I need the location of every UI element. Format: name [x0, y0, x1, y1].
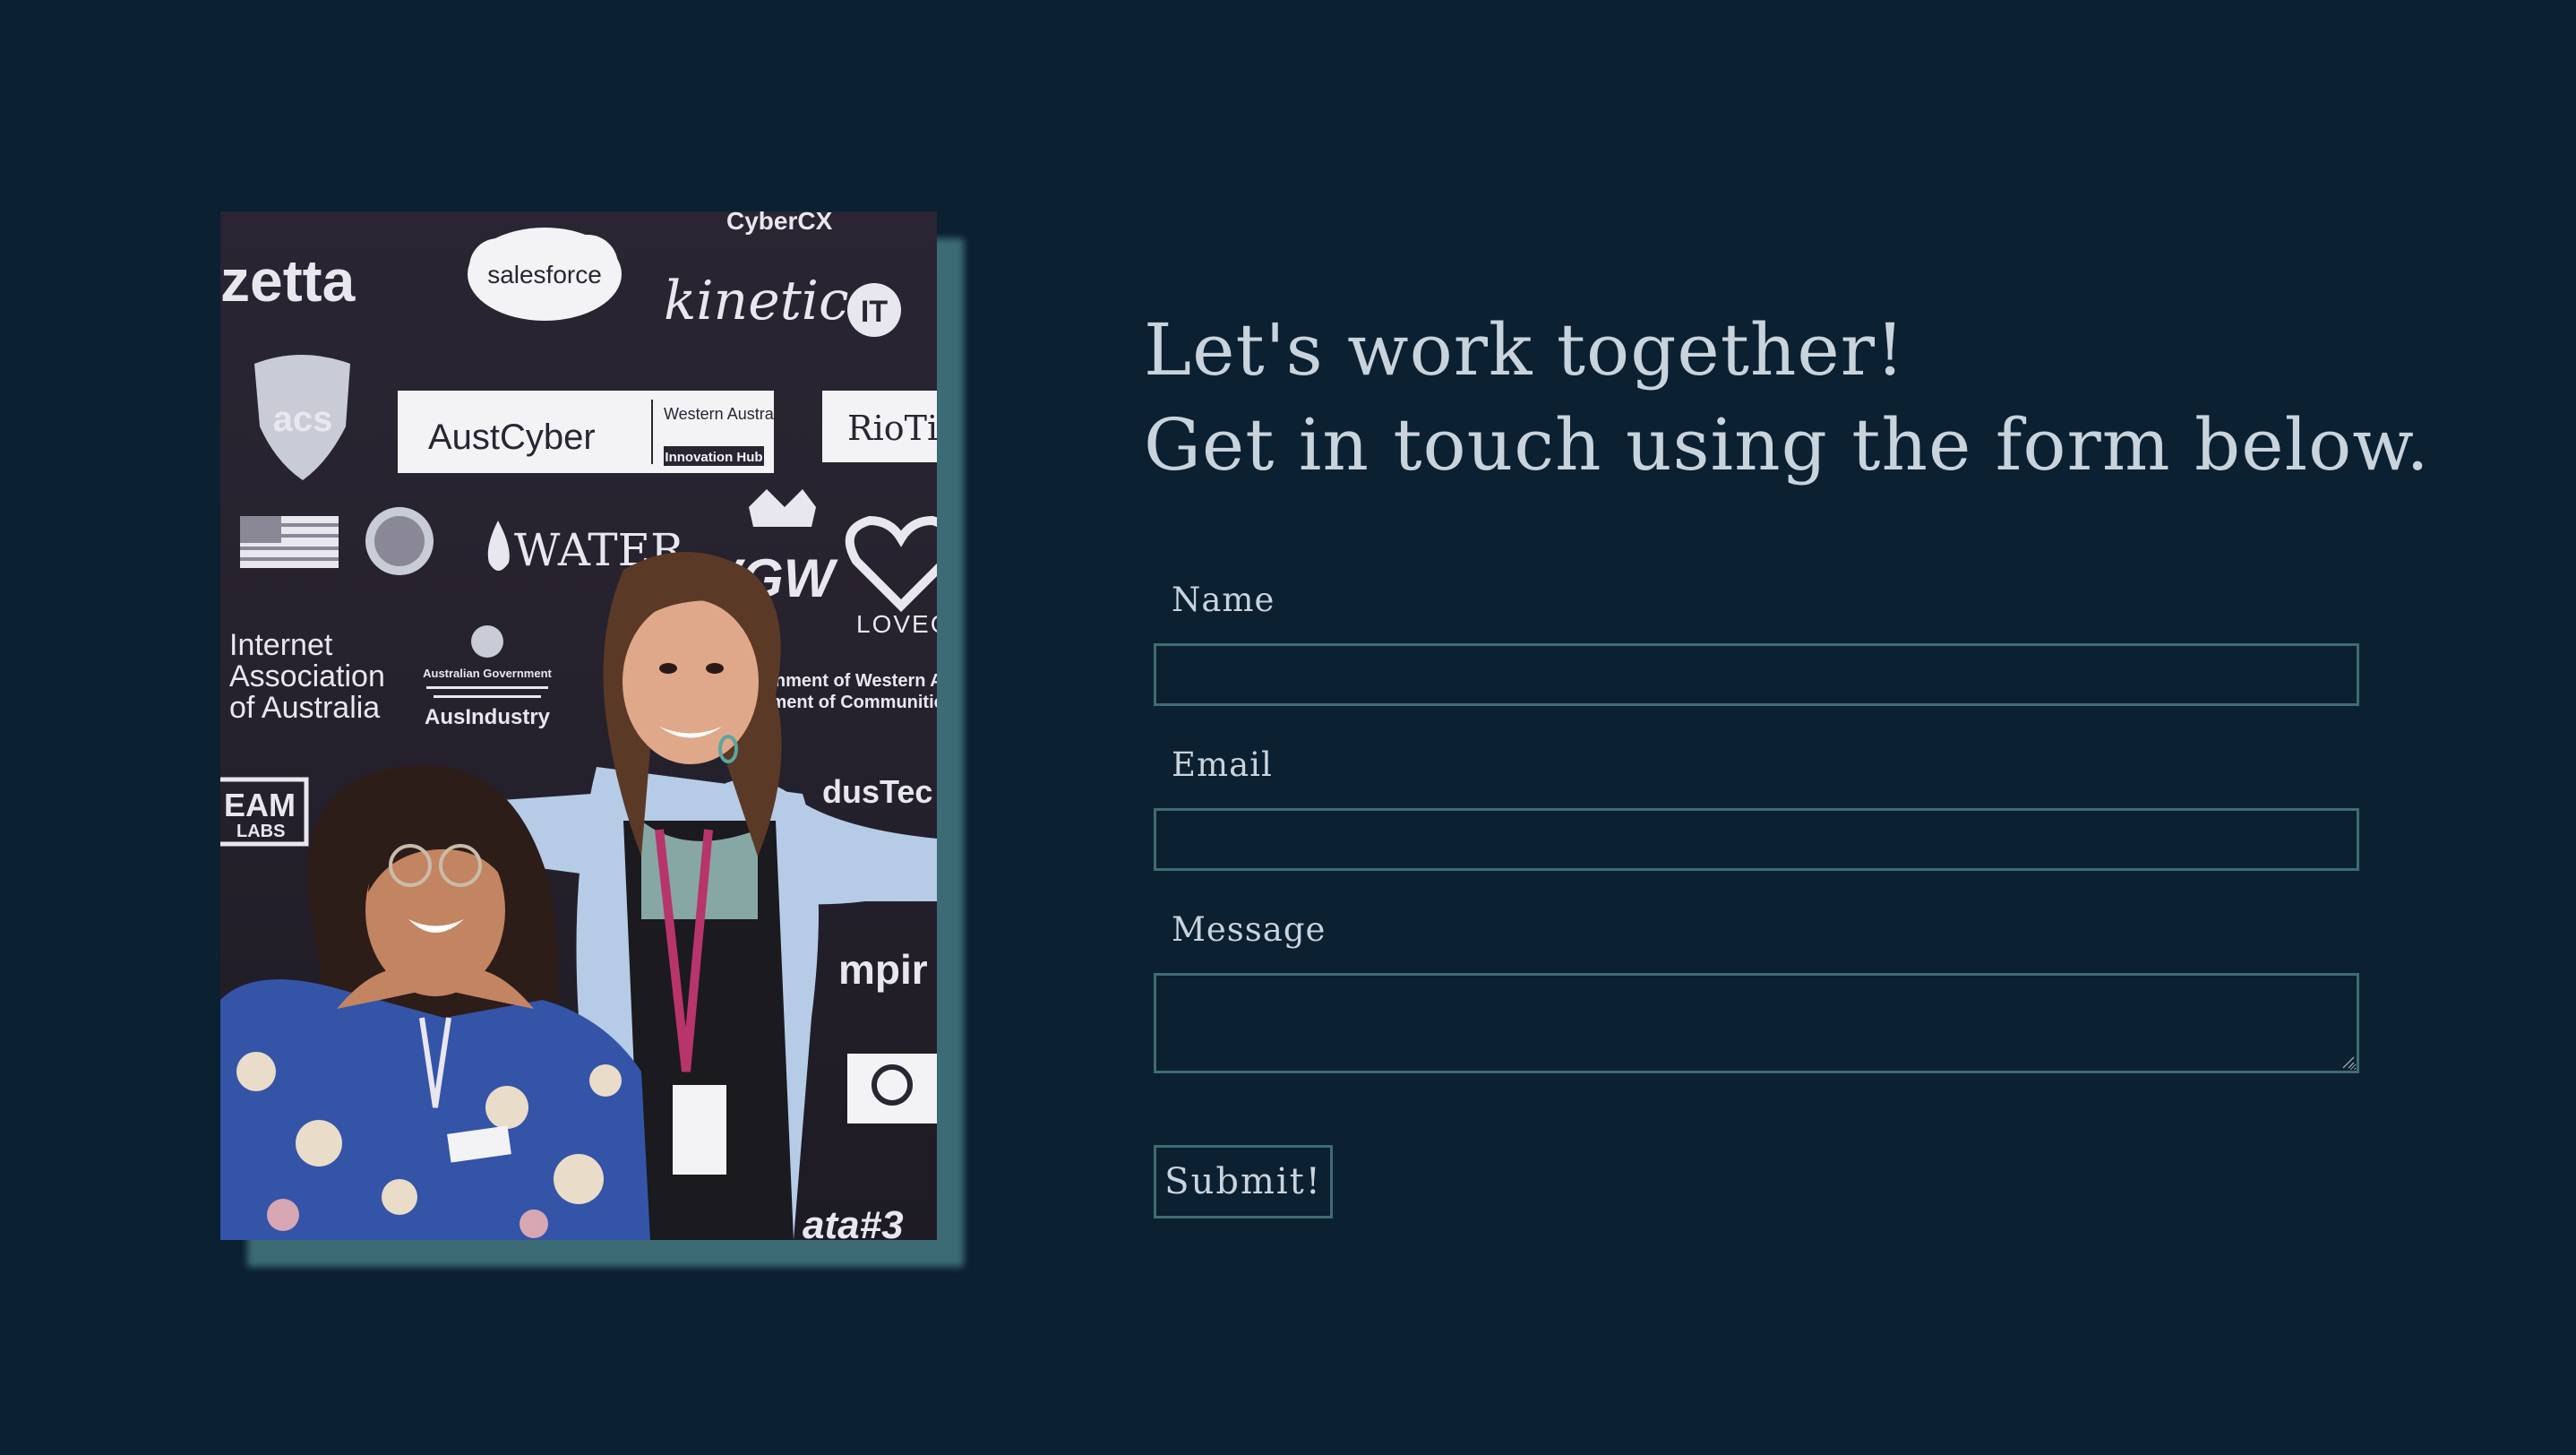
svg-text:LABS: LABS — [236, 822, 285, 841]
photo-container: zetta salesforce CyberCX kinetic IT acs … — [220, 211, 964, 1267]
svg-text:ernment of Western A: ernment of Western A — [758, 671, 937, 691]
logo-team-labs: EAM LABS — [220, 777, 309, 847]
name-label: Name — [1172, 581, 1275, 619]
email-label: Email — [1172, 745, 1273, 784]
name-field[interactable] — [1154, 643, 2359, 706]
logo-salesforce: salesforce — [468, 228, 622, 321]
logo-riotinto: RioTin — [822, 391, 937, 462]
svg-text:LOVEG: LOVEG — [856, 610, 937, 638]
message-field[interactable] — [1154, 973, 2359, 1073]
logo-internet-association: Internet Association of Australia — [229, 628, 385, 725]
logo-govt-wa: ernment of Western A rtment of Communiti… — [758, 671, 937, 712]
logo-flag — [240, 516, 339, 568]
svg-text:Western Australia: Western Australia — [664, 405, 791, 423]
svg-text:rtment of Communities: rtment of Communities — [758, 693, 937, 712]
submit-button[interactable]: Submit! — [1154, 1145, 1333, 1218]
svg-text:Association: Association — [229, 659, 385, 693]
message-label: Message — [1172, 910, 1327, 949]
page-headline: Let's work together! Get in touch using … — [1144, 303, 2430, 493]
svg-text:Innovation Hub: Innovation Hub — [665, 450, 762, 465]
team-photo: zetta salesforce CyberCX kinetic IT acs … — [220, 211, 937, 1240]
logo-it: IT — [861, 295, 888, 329]
logo-love: LOVEG — [845, 515, 937, 638]
logo-empire: mpir — [838, 946, 928, 993]
logo-austcyber-small — [847, 1054, 937, 1124]
svg-text:AusIndustry: AusIndustry — [425, 705, 551, 729]
logo-cybercx: CyberCX — [726, 211, 833, 235]
svg-text:acs: acs — [273, 400, 333, 439]
resize-grip-icon[interactable] — [2341, 1055, 2356, 1070]
svg-text:of Australia: of Australia — [229, 691, 380, 725]
logo-acs: acs — [254, 355, 350, 480]
svg-text:Australian Government: Australian Government — [423, 667, 552, 680]
headline-line-2: Get in touch using the form below. — [1144, 403, 2430, 486]
team-photo-illustration: zetta salesforce CyberCX kinetic IT acs … — [220, 211, 937, 1240]
svg-text:AustCyber: AustCyber — [428, 418, 596, 457]
svg-text:EAM: EAM — [224, 787, 296, 823]
logo-kinetic: kinetic — [664, 270, 849, 332]
logo-seal-inner — [374, 516, 425, 566]
svg-text:Internet: Internet — [229, 628, 333, 662]
headline-line-1: Let's work together! — [1144, 308, 1906, 392]
email-field[interactable] — [1154, 808, 2359, 871]
logo-austcyber: AustCyber Western Australia Innovation H… — [398, 391, 791, 473]
svg-text:salesforce: salesforce — [487, 261, 602, 288]
logo-zetta: zetta — [220, 247, 356, 314]
logo-industec: dusTec — [822, 773, 932, 810]
svg-text:RioTin: RioTin — [847, 409, 937, 448]
logo-data3: ata#3 — [803, 1203, 904, 1240]
logo-ausindustry: Australian Government AusIndustry — [423, 625, 553, 729]
